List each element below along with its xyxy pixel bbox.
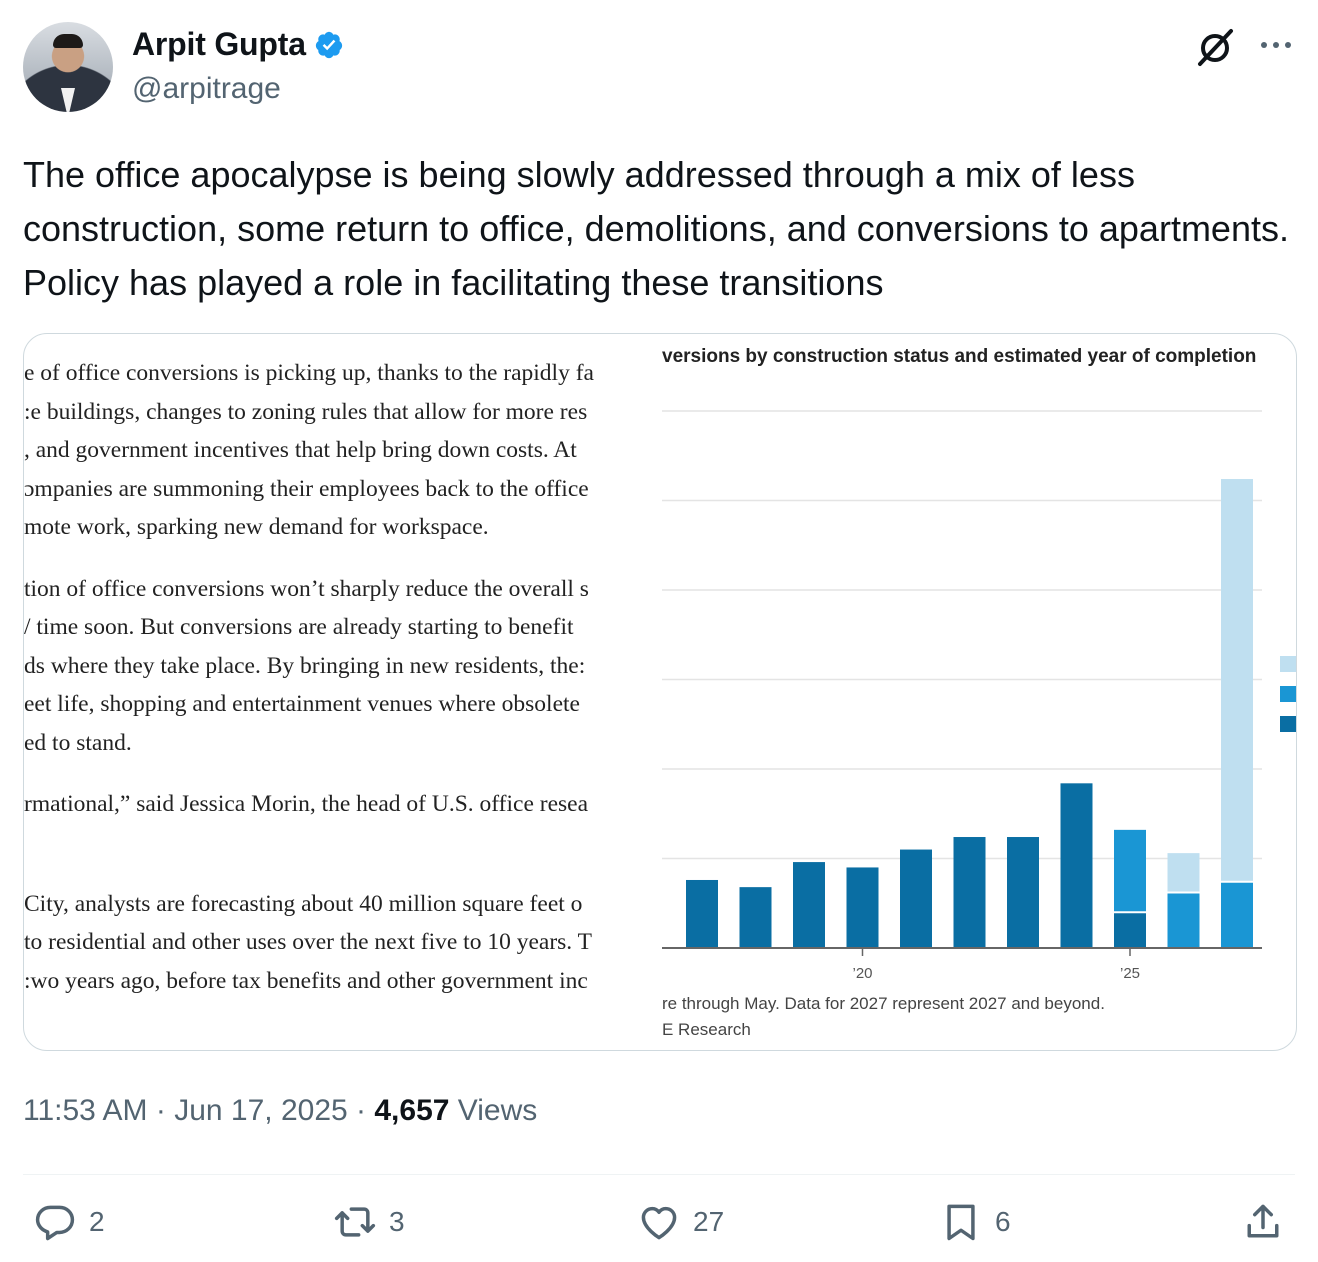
bar-2027-s1 bbox=[1221, 881, 1253, 948]
article-paragraph: e of office conversions is picking up, t… bbox=[24, 354, 684, 547]
share-button[interactable] bbox=[1241, 1200, 1285, 1244]
article-line: ds where they take place. By bringing in… bbox=[24, 652, 586, 679]
article-line: to residential and other uses over the n… bbox=[24, 929, 592, 955]
repost-button[interactable]: 3 bbox=[333, 1200, 405, 1244]
views-label: Views bbox=[457, 1094, 538, 1127]
media-image[interactable]: e of office conversions is picking up, t… bbox=[23, 333, 1297, 1051]
author-name[interactable]: Arpit Gupta bbox=[132, 26, 306, 63]
article-line: e of office conversions is picking up, t… bbox=[24, 360, 594, 386]
article-line: City, analysts are forecasting about 40 … bbox=[24, 890, 583, 917]
chart-title: versions by construction status and esti… bbox=[662, 346, 1257, 367]
bookmark-count: 6 bbox=[995, 1206, 1011, 1237]
bar-2018-s0 bbox=[739, 887, 772, 948]
article-line: eet life, shopping and entertainment ven… bbox=[24, 691, 580, 717]
bookmark-button[interactable]: 6 bbox=[939, 1200, 1011, 1244]
meta-separator: · bbox=[356, 1094, 375, 1127]
bar-chart-svg: ’20 ’25 bbox=[662, 410, 1296, 982]
x-tick-label: ’20 bbox=[852, 965, 872, 982]
author-handle[interactable]: @arpitrage bbox=[132, 72, 281, 106]
verified-badge-icon bbox=[315, 31, 342, 58]
bar-2017-s0 bbox=[686, 879, 718, 948]
repost-icon bbox=[334, 1207, 376, 1237]
article-line: :wo years ago, before tax benefits and o… bbox=[24, 967, 588, 994]
legend-swatch bbox=[1280, 716, 1296, 732]
article-excerpt: e of office conversions is picking up, t… bbox=[24, 354, 684, 1000]
bookmark-icon bbox=[947, 1204, 975, 1241]
article-line: :e buildings, changes to zoning rules th… bbox=[24, 398, 588, 425]
meta-separator: · bbox=[155, 1094, 175, 1127]
article-paragraph: rmational,” said Jessica Morin, the head… bbox=[24, 785, 684, 824]
avatar-hair bbox=[53, 34, 83, 48]
article-paragraph: tion of office conversions won’t sharply… bbox=[24, 570, 684, 763]
legend-swatch bbox=[1280, 656, 1296, 672]
bar-2024-s0 bbox=[1060, 783, 1093, 948]
share-icon bbox=[1247, 1204, 1279, 1238]
bar-2021-s0 bbox=[900, 849, 932, 948]
bar-2026-s1 bbox=[1167, 892, 1200, 948]
article-line: ed to stand. bbox=[24, 729, 132, 756]
article-line: mote work, sparking new demand for works… bbox=[24, 514, 489, 540]
chart-source: E Research bbox=[662, 1020, 751, 1039]
like-button[interactable]: 27 bbox=[637, 1200, 724, 1244]
bar-2023-s0 bbox=[1007, 837, 1039, 948]
grok-icon[interactable] bbox=[1194, 26, 1236, 68]
like-count: 27 bbox=[693, 1206, 725, 1237]
repost-count: 3 bbox=[389, 1206, 405, 1237]
avatar[interactable] bbox=[23, 22, 113, 112]
chart: ’20 ’25 versions by construction status a… bbox=[662, 334, 1296, 1050]
reply-button[interactable]: 2 bbox=[33, 1200, 105, 1244]
article-paragraph: City, analysts are forecasting about 40 … bbox=[24, 885, 684, 1001]
bar-2020-s0 bbox=[846, 867, 879, 948]
author-name-row: Arpit Gupta bbox=[132, 26, 344, 63]
tweet-date[interactable]: Jun 17, 2025 bbox=[174, 1094, 347, 1127]
article-line: , and government incentives that help br… bbox=[24, 437, 577, 463]
article-line: rmational,” said Jessica Morin, the head… bbox=[24, 791, 589, 817]
x-tick-label: ’25 bbox=[1120, 965, 1140, 982]
bar-2025-s0 bbox=[1114, 912, 1146, 948]
action-bar: 2 3 27 6 bbox=[23, 1200, 1295, 1260]
more-icon[interactable] bbox=[1258, 30, 1294, 60]
reply-icon bbox=[35, 1205, 75, 1241]
tweet-meta: 11:53 AM · Jun 17, 2025 · 4,657 Views bbox=[23, 1094, 537, 1128]
heart-icon bbox=[641, 1206, 677, 1240]
bar-2025-s1 bbox=[1114, 829, 1146, 913]
article-line: tion of office conversions won’t sharply… bbox=[24, 575, 589, 602]
chart-note: re through May. Data for 2027 represent … bbox=[662, 994, 1105, 1013]
bar-2019-s0 bbox=[793, 862, 825, 948]
bar-2026-s2 bbox=[1167, 853, 1200, 893]
divider bbox=[23, 1174, 1295, 1175]
tweet-text: The office apocalypse is being slowly ad… bbox=[23, 154, 1289, 303]
avatar-collar bbox=[61, 88, 75, 112]
bar-2027-s2 bbox=[1221, 479, 1253, 882]
bar-2022-s0 bbox=[953, 837, 986, 948]
article-line: / time soon. But conversions are already… bbox=[24, 614, 574, 640]
tweet-time[interactable]: 11:53 AM bbox=[23, 1094, 148, 1127]
legend-swatch bbox=[1280, 686, 1296, 702]
reply-count: 2 bbox=[89, 1206, 105, 1237]
views-count: 4,657 bbox=[374, 1094, 450, 1127]
article-line: ɔmpanies are summoning their employees b… bbox=[24, 475, 589, 502]
